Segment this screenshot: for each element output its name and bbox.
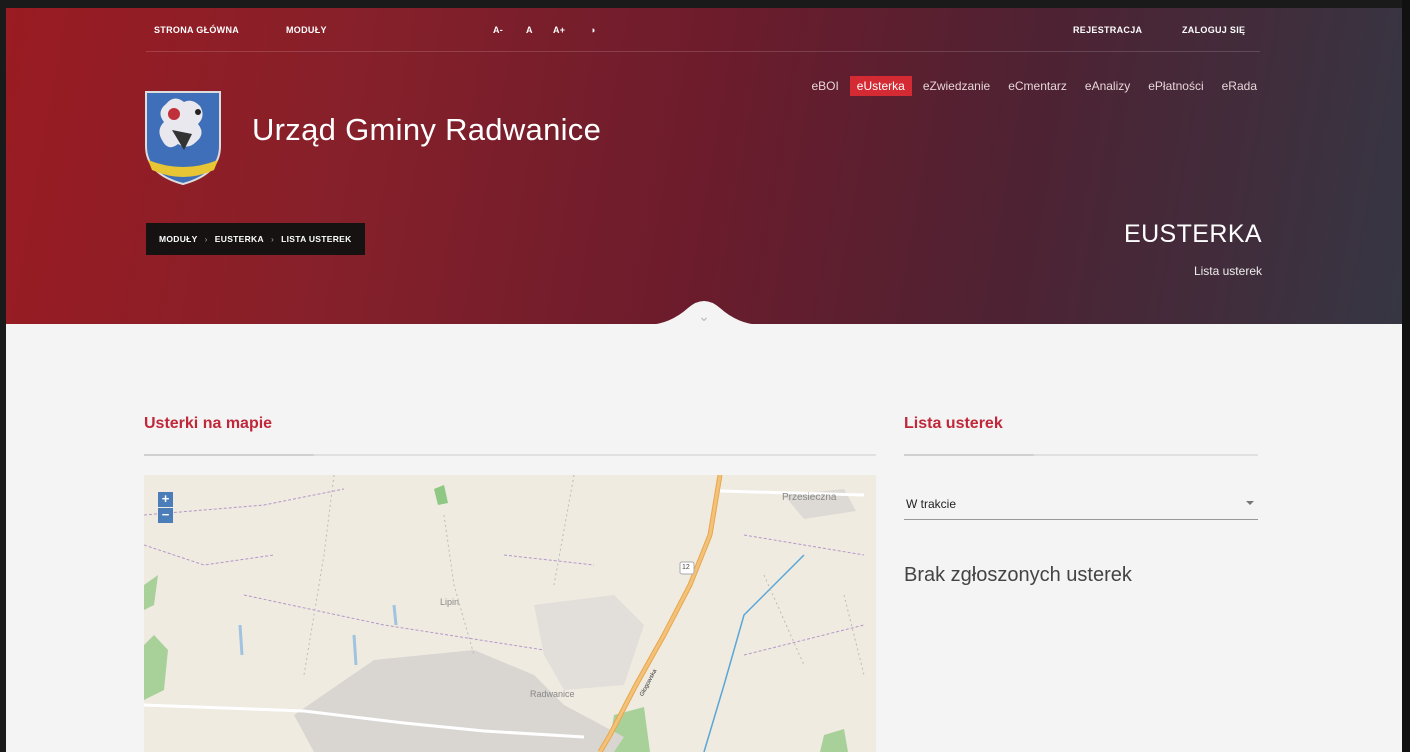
module-nav-ezwiedzanie[interactable]: eZwiedzanie bbox=[916, 76, 997, 96]
map-label-town: Radwanice bbox=[530, 689, 575, 699]
nav-home-link[interactable]: STRONA GŁÓWNA bbox=[154, 25, 239, 35]
module-nav-eplatnosci[interactable]: ePłatności bbox=[1141, 76, 1210, 96]
map[interactable]: + − Przesieczna Lipin Radwanice 12 Głogo… bbox=[144, 475, 876, 752]
map-label-town: Lipin bbox=[440, 597, 460, 607]
map-road-number: 12 bbox=[682, 564, 690, 571]
zoom-out-button[interactable]: − bbox=[158, 508, 173, 523]
list-section-title: Lista usterek bbox=[904, 415, 1003, 432]
breadcrumb-item-modules[interactable]: MODUŁY bbox=[159, 234, 198, 244]
status-filter-value: W trakcie bbox=[906, 497, 957, 511]
nav-modules-link[interactable]: MODUŁY bbox=[286, 25, 327, 35]
module-nav-erada[interactable]: eRada bbox=[1215, 76, 1264, 96]
contrast-toggle-icon[interactable]: ◑ bbox=[590, 25, 596, 35]
status-filter-select[interactable]: W trakcie bbox=[904, 488, 1258, 520]
breadcrumb-separator: › bbox=[270, 234, 275, 244]
module-nav-ecmentarz[interactable]: eCmentarz bbox=[1001, 76, 1074, 96]
coat-of-arms-icon[interactable] bbox=[144, 90, 222, 186]
map-section-title: Usterki na mapie bbox=[144, 415, 273, 432]
window-edge bbox=[1402, 0, 1410, 752]
zoom-in-button[interactable]: + bbox=[158, 492, 173, 507]
breadcrumb-item-eusterka[interactable]: EUSTERKA bbox=[215, 234, 264, 244]
module-nav: eBOI eUsterka eZwiedzanie eCmentarz eAna… bbox=[800, 76, 1264, 96]
site-title[interactable]: Urząd Gminy Radwanice bbox=[252, 112, 601, 148]
font-normal-button[interactable]: A bbox=[526, 25, 533, 35]
font-smaller-button[interactable]: A- bbox=[493, 25, 503, 35]
module-nav-eboi[interactable]: eBOI bbox=[804, 76, 845, 96]
login-link[interactable]: ZALOGUJ SIĘ bbox=[1182, 25, 1245, 35]
breadcrumb-item-current: LISTA USTEREK bbox=[281, 234, 352, 244]
map-section-divider bbox=[144, 454, 876, 456]
chevron-down-icon[interactable]: ⌄ bbox=[696, 309, 712, 323]
breadcrumb: MODUŁY › EUSTERKA › LISTA USTEREK bbox=[146, 223, 365, 255]
map-label-town: Przesieczna bbox=[782, 492, 837, 503]
module-nav-eanalizy[interactable]: eAnalizy bbox=[1078, 76, 1137, 96]
header: STRONA GŁÓWNA MODUŁY A- A A+ ◑ REJESTRAC… bbox=[6, 8, 1402, 324]
empty-list-message: Brak zgłoszonych usterek bbox=[904, 564, 1132, 586]
module-title: EUSTERKA bbox=[1124, 220, 1262, 248]
chevron-down-icon bbox=[1246, 501, 1254, 505]
page: STRONA GŁÓWNA MODUŁY A- A A+ ◑ REJESTRAC… bbox=[6, 8, 1402, 752]
register-link[interactable]: REJESTRACJA bbox=[1073, 25, 1142, 35]
module-subtitle: Lista usterek bbox=[1193, 264, 1262, 278]
module-nav-eusterka[interactable]: eUsterka bbox=[849, 76, 912, 96]
font-larger-button[interactable]: A+ bbox=[553, 25, 565, 35]
breadcrumb-separator: › bbox=[204, 234, 208, 244]
top-bar: STRONA GŁÓWNA MODUŁY A- A A+ ◑ REJESTRAC… bbox=[146, 8, 1260, 52]
map-tiles bbox=[144, 475, 876, 752]
list-section-divider bbox=[904, 454, 1258, 456]
